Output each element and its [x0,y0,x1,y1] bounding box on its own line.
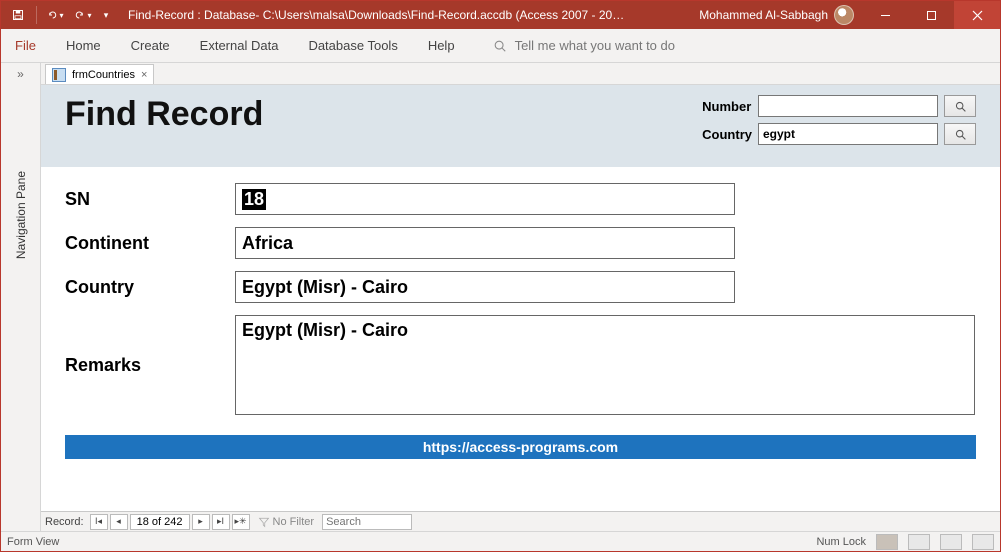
country-label: Country [702,127,752,142]
title-bar: ▾ ▾ ▾ Find-Record : Database- C:\Users\m… [1,1,1000,29]
search-icon [493,39,507,53]
record-navigator: Record: I◂ ◂ 18 of 242 ▸ ▸I ▸✳ No Filter [41,511,1000,531]
row-country: Country Egypt (Misr) - Cairo [65,271,976,303]
window-title: Find-Record : Database- C:\Users\malsa\D… [128,8,624,22]
remarks-label: Remarks [65,355,235,376]
redo-button[interactable]: ▾ [70,3,96,27]
tell-me-placeholder: Tell me what you want to do [515,38,675,53]
status-left: Form View [7,536,59,548]
number-input[interactable] [758,95,938,117]
close-button[interactable] [954,1,1000,29]
maximize-icon [926,10,937,21]
user-name: Mohammed Al-Sabbagh [699,8,828,22]
num-lock-indicator: Num Lock [816,536,866,548]
country-field-label: Country [65,277,235,298]
tab-frmcountries[interactable]: frmCountries × [45,64,154,84]
expand-icon[interactable]: » [17,67,24,81]
dropdown-caret-icon: ▾ [104,10,109,21]
object-tabs: frmCountries × [41,63,1000,85]
record-label: Record: [45,516,84,528]
country-search-button[interactable] [944,123,976,145]
datasheet-view-button[interactable] [908,534,930,550]
sn-field[interactable]: 18 [235,183,735,215]
form-title: Find Record [65,95,263,134]
record-position[interactable]: 18 of 242 [130,514,190,530]
sn-label: SN [65,189,235,210]
form-icon [52,68,66,82]
design-view-button[interactable] [972,534,994,550]
magnifier-icon [954,128,967,141]
window-controls [862,1,1000,29]
country-input[interactable] [758,123,938,145]
no-filter-label: No Filter [273,516,315,528]
filter-icon [258,516,270,528]
save-button[interactable] [5,3,31,27]
ribbon-tabs: File Home Create External Data Database … [1,29,1000,63]
user-account[interactable]: Mohammed Al-Sabbagh [699,5,854,25]
row-sn: SN 18 [65,183,976,215]
tell-me-search[interactable]: Tell me what you want to do [493,38,675,53]
footer-link[interactable]: https://access-programs.com [65,435,976,459]
minimize-button[interactable] [862,1,908,29]
navigation-pane-label: Navigation Pane [14,171,28,259]
continent-label: Continent [65,233,235,254]
minimize-icon [880,10,891,21]
layout-view-button[interactable] [940,534,962,550]
save-icon [12,9,24,21]
qat-customize-button[interactable]: ▾ [98,3,114,27]
dropdown-caret-icon: ▾ [59,11,63,20]
maximize-button[interactable] [908,1,954,29]
status-bar: Form View Num Lock [1,531,1000,551]
dropdown-caret-icon: ▾ [87,11,91,20]
row-remarks: Remarks Egypt (Misr) - Cairo [65,315,976,415]
undo-button[interactable]: ▾ [42,3,68,27]
next-record-button[interactable]: ▸ [192,514,210,530]
number-search-button[interactable] [944,95,976,117]
quick-access-toolbar: ▾ ▾ ▾ [1,3,118,27]
row-continent: Continent Africa [65,227,976,259]
form-detail: SN 18 Continent Africa Country Egypt (Mi… [41,167,1000,467]
tab-file[interactable]: File [15,38,36,53]
prev-record-button[interactable]: ◂ [110,514,128,530]
tab-database-tools[interactable]: Database Tools [308,38,397,53]
navigation-pane[interactable]: » Navigation Pane [1,63,41,531]
new-record-button[interactable]: ▸✳ [232,514,250,530]
first-record-button[interactable]: I◂ [90,514,108,530]
remarks-field[interactable]: Egypt (Misr) - Cairo [235,315,975,415]
form-body: Find Record Number Country SN 18 Contine… [41,85,1000,511]
form-view-button[interactable] [876,534,898,550]
country-field[interactable]: Egypt (Misr) - Cairo [235,271,735,303]
undo-icon [46,9,58,21]
form-header: Find Record Number Country [41,85,1000,167]
record-search-input[interactable] [322,514,412,530]
last-record-button[interactable]: ▸I [212,514,230,530]
filter-status[interactable]: No Filter [258,516,315,528]
avatar [834,5,854,25]
magnifier-icon [954,100,967,113]
redo-icon [74,9,86,21]
search-panel: Number Country [702,95,976,145]
tab-label: frmCountries [72,69,135,81]
tab-help[interactable]: Help [428,38,455,53]
continent-field[interactable]: Africa [235,227,735,259]
separator [36,6,37,24]
close-icon [972,10,983,21]
tab-create[interactable]: Create [131,38,170,53]
number-label: Number [702,99,752,114]
tab-external-data[interactable]: External Data [200,38,279,53]
tab-home[interactable]: Home [66,38,101,53]
tab-close-icon[interactable]: × [141,69,147,81]
